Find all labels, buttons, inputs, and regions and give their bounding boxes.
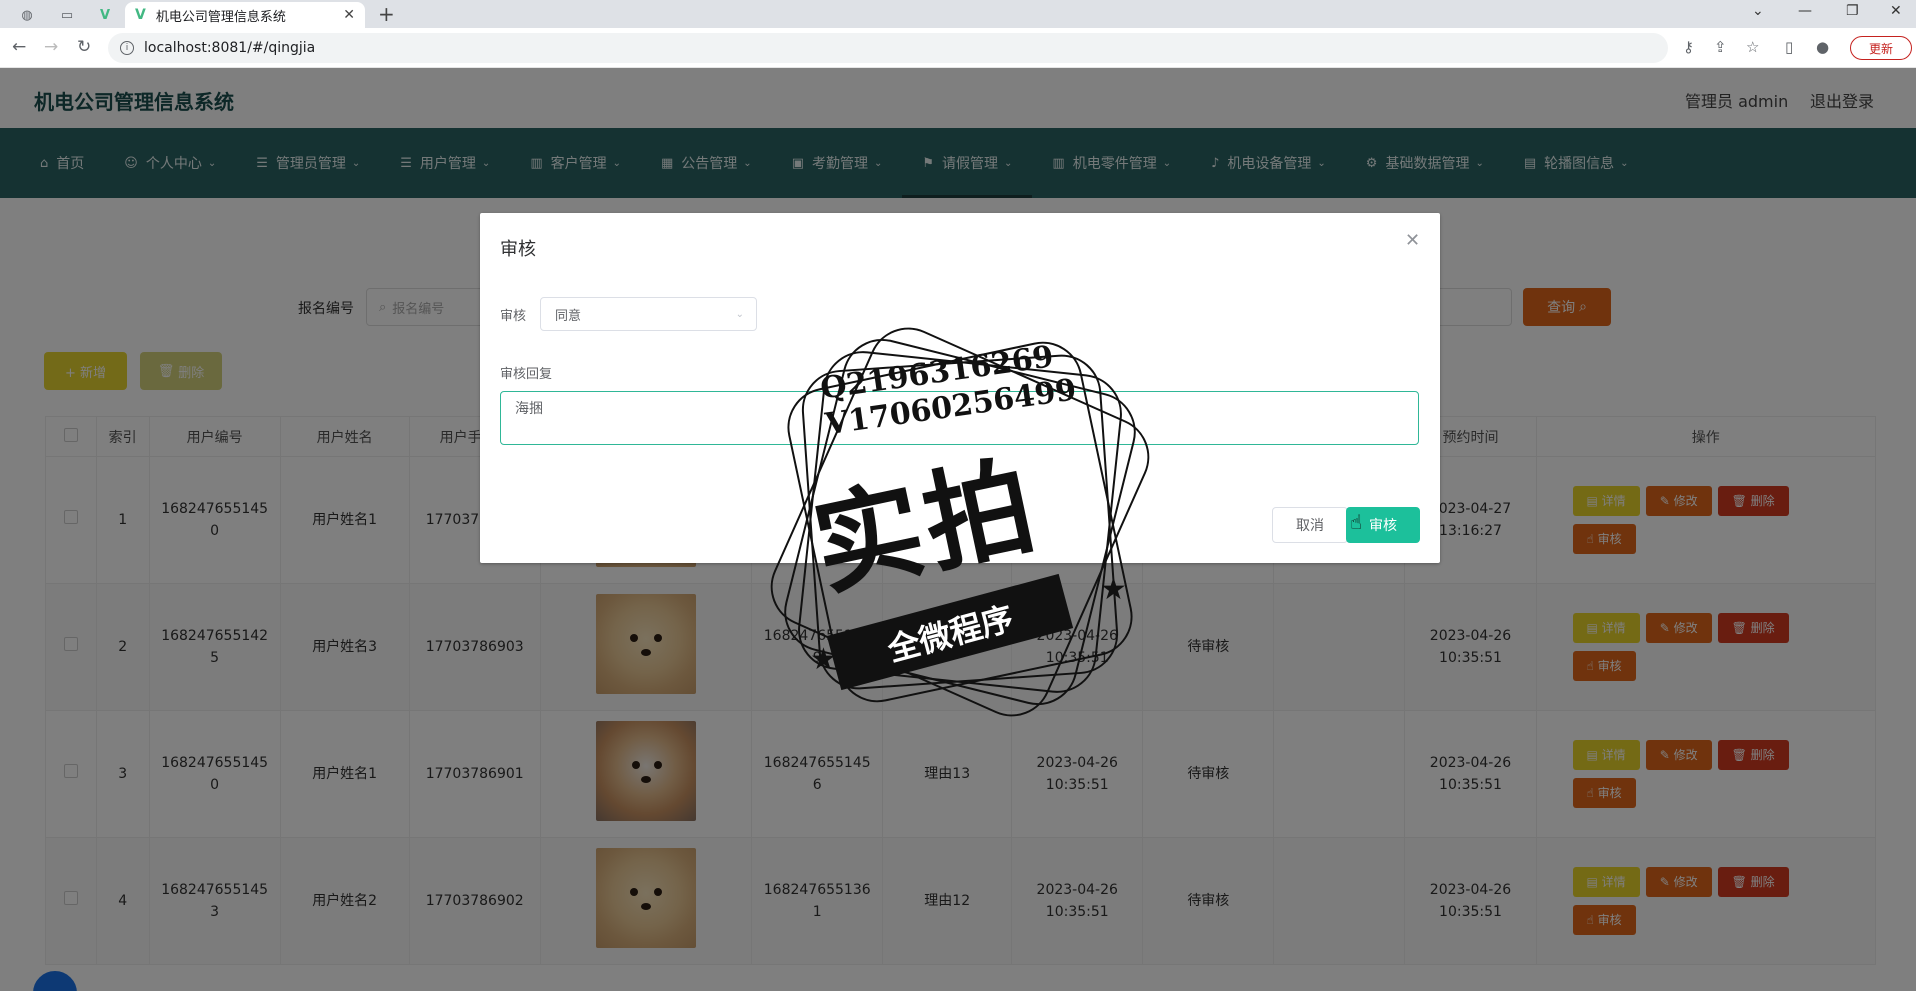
vue-tab-icon[interactable]: V [92, 4, 118, 26]
blank-tab-icon[interactable]: ▭ [54, 4, 80, 26]
reload-icon[interactable]: ↻ [77, 37, 91, 57]
dialog-title: 审核 [500, 239, 536, 260]
tab-close-icon[interactable]: ✕ [343, 7, 355, 23]
tab-title: 机电公司管理信息系统 [155, 9, 286, 25]
reply-label: 审核回复 [500, 367, 553, 382]
browser-tab-bar: ◍ ▭ V V 机电公司管理信息系统 ✕ + ⌄ — ❐ ✕ [0, 0, 1916, 28]
hand-cursor-icon: ☝ [1350, 510, 1363, 534]
close-icon[interactable]: ✕ [1405, 230, 1420, 251]
chevron-down-icon[interactable]: ⌄ [1752, 3, 1764, 19]
cancel-button[interactable]: 取消 [1272, 507, 1348, 543]
browser-tab-active[interactable]: V 机电公司管理信息系统 ✕ [125, 2, 365, 28]
audit-label: 审核 [500, 309, 527, 324]
update-button[interactable]: 更新 [1850, 36, 1912, 60]
address-bar: ← → ↻ i localhost:8081/#/qingjia ⚷ ⇪ ☆ ▯… [0, 28, 1916, 68]
url-text: localhost:8081/#/qingjia [144, 40, 316, 56]
share-icon[interactable]: ⇪ [1714, 38, 1727, 56]
star-icon[interactable]: ☆ [1746, 38, 1759, 56]
window-close-icon[interactable]: ✕ [1890, 3, 1902, 19]
info-icon[interactable]: i [120, 41, 134, 55]
sidepanel-icon[interactable]: ▯ [1785, 38, 1793, 56]
globe-icon[interactable]: ◍ [14, 4, 40, 26]
profile-icon[interactable]: ● [1816, 38, 1829, 56]
star-icon: ★ [810, 642, 837, 677]
watermark-stamp: Q2196316269 V17060256499 实拍 全微程序 ★ ★ [720, 282, 1200, 762]
vue-logo-icon: V [135, 7, 146, 23]
key-icon[interactable]: ⚷ [1683, 38, 1694, 56]
back-icon[interactable]: ← [12, 37, 26, 57]
new-tab-button[interactable]: + [378, 2, 395, 26]
forward-icon[interactable]: → [44, 37, 58, 57]
star-icon: ★ [1100, 572, 1127, 607]
restore-icon[interactable]: ❐ [1846, 3, 1859, 19]
audit-select-value: 同意 [555, 308, 582, 324]
url-input[interactable]: i localhost:8081/#/qingjia [108, 33, 1668, 63]
minimize-icon[interactable]: — [1798, 3, 1812, 19]
